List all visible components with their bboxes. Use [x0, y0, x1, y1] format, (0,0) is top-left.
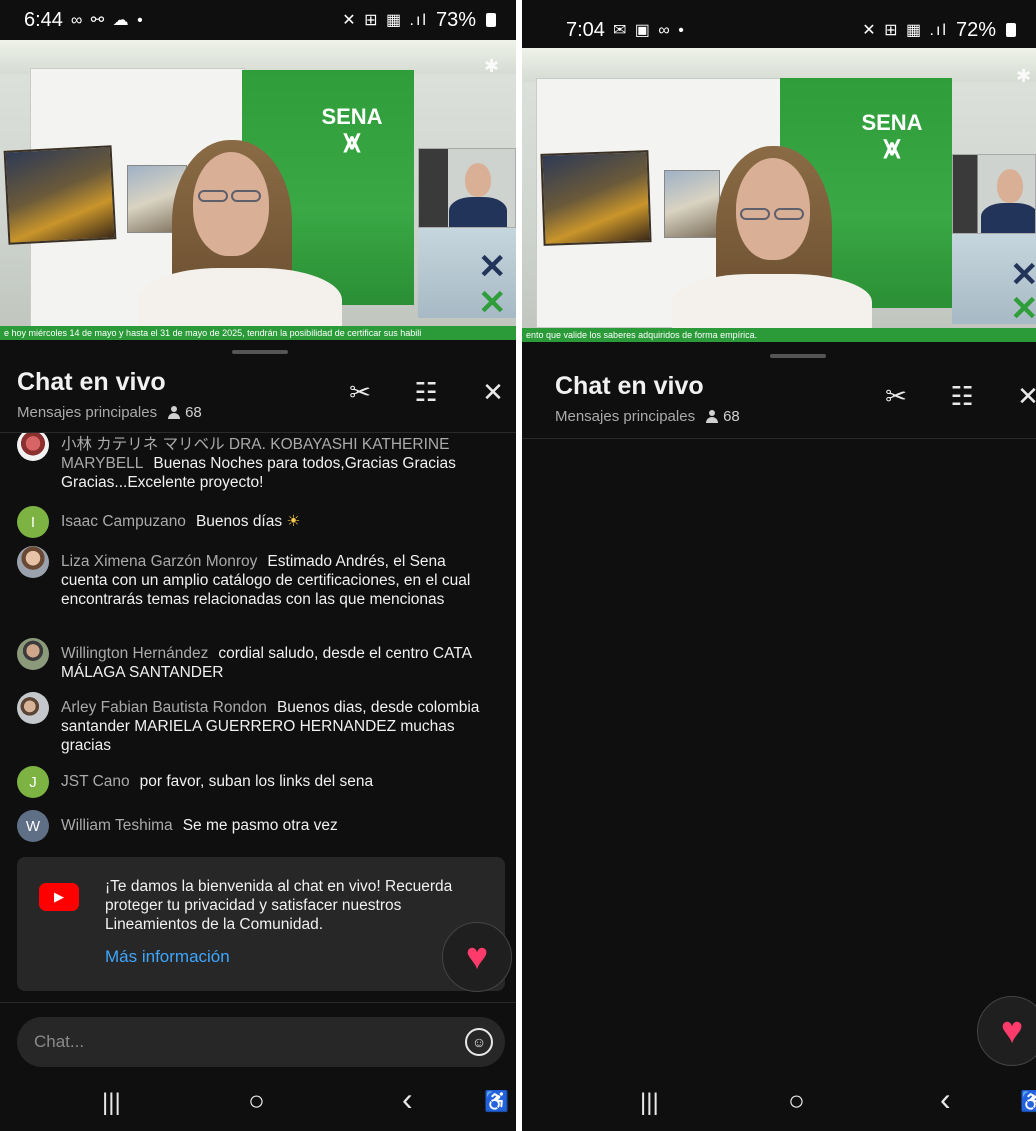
- guest-video-tile: [418, 148, 516, 228]
- x-logo-mark: ✕: [1010, 256, 1036, 294]
- emoji-icon[interactable]: ☺: [465, 1028, 493, 1056]
- battery-level: 73%: [435, 8, 476, 31]
- message-author: Willington Hernández: [61, 645, 209, 662]
- person-icon: [705, 409, 719, 424]
- avatar: I: [17, 506, 49, 538]
- status-bar: 6:44 ∞ ⚯ ☁ • ✕ ⊞ ▦ .ıl 73%: [0, 0, 516, 40]
- signal-icons: ✕ ⊞ ▦ .ıl: [342, 12, 428, 29]
- avatar: [17, 638, 49, 670]
- sena-logo-text: SENA: [321, 104, 383, 129]
- chat-mode-selector[interactable]: Mensajes principales 68: [555, 408, 740, 425]
- more-info-link[interactable]: Más información: [105, 947, 230, 967]
- battery-icon: [1006, 23, 1016, 37]
- sena-watermark-icon: ✱: [484, 56, 500, 76]
- left-phone-screen: 6:44 ∞ ⚯ ☁ • ✕ ⊞ ▦ .ıl 73% SENA ⩙ ✕ ✕ ✱ …: [0, 0, 516, 1131]
- signal-icons: ✕ ⊞ ▦ .ıl: [862, 22, 948, 39]
- chat-message: J JST Cano por favor, suban los links del…: [17, 766, 486, 798]
- accessibility-icon[interactable]: ♿: [484, 1089, 509, 1114]
- chat-title: Chat en vivo: [555, 372, 704, 400]
- notification-icons: ✉ ▣ ∞ •: [612, 22, 686, 39]
- notification-icons: ∞ ⚯ ☁ •: [70, 12, 145, 29]
- right-phone-screen: 7:04 ✉ ▣ ∞ • ✕ ⊞ ▦ .ıl 72% SENA ⩙ ✕ ✕ ✱ …: [522, 0, 1036, 1131]
- message-text: Buenos días: [195, 513, 283, 530]
- chat-mode-selector[interactable]: Mensajes principales 68: [17, 404, 202, 421]
- avatar: [17, 433, 49, 461]
- chat-mode-label: Mensajes principales: [555, 408, 696, 425]
- viewer-count-value: 68: [723, 408, 740, 425]
- message-text: por favor, suban los links del sena: [139, 773, 374, 790]
- accessibility-icon[interactable]: ♿: [1020, 1089, 1036, 1114]
- wall-painting: [540, 150, 652, 246]
- message-author: Arley Fabian Bautista Rondon: [61, 699, 267, 716]
- chat-title: Chat en vivo: [17, 368, 166, 396]
- clip-icon[interactable]: ✂: [880, 380, 912, 412]
- chat-header: Chat en vivo Mensajes principales 68 ✂ ☷…: [0, 362, 516, 432]
- youtube-icon: ▶: [39, 883, 79, 911]
- message-author: William Teshima: [61, 817, 173, 834]
- wall-painting: [3, 145, 117, 245]
- news-ticker: e hoy miércoles 14 de mayo y hasta el 31…: [0, 326, 516, 340]
- chat-message: Liza Ximena Garzón Monroy Estimado Andrés…: [17, 546, 486, 609]
- close-icon[interactable]: ✕: [477, 376, 509, 408]
- viewer-count-value: 68: [185, 404, 202, 421]
- status-time: 7:04: [566, 18, 605, 41]
- message-author: Isaac Campuzano: [61, 513, 186, 530]
- chat-message: W William Teshima Se me pasmo otra vez: [17, 810, 486, 842]
- filter-icon[interactable]: ☷: [410, 376, 442, 408]
- clip-icon[interactable]: ✂: [344, 376, 376, 408]
- wall-photo: [664, 170, 720, 238]
- chat-message: 小林 カテリネ マリベル DRA. KOBAYASHI KATHERINE MA…: [17, 433, 486, 492]
- heart-reaction-button[interactable]: ♥: [442, 922, 512, 992]
- news-ticker: ento que valide los saberes adquiridos d…: [522, 328, 1036, 342]
- avatar: [17, 546, 49, 578]
- welcome-text: ¡Te damos la bienvenida al chat en vivo!…: [105, 878, 453, 933]
- drag-handle[interactable]: [232, 350, 288, 354]
- sena-watermark-icon: ✱: [1016, 66, 1032, 86]
- status-time: 6:44: [24, 8, 63, 31]
- recents-icon[interactable]: |||: [640, 1089, 659, 1117]
- chat-input-placeholder: Chat...: [34, 1032, 85, 1051]
- avatar: W: [17, 810, 49, 842]
- avatar: [17, 692, 49, 724]
- person-icon: [167, 405, 181, 420]
- viewer-count: 68: [705, 408, 740, 425]
- guest-video-tile: [952, 154, 1036, 234]
- filter-icon[interactable]: ☷: [946, 380, 978, 412]
- home-icon[interactable]: ○: [788, 1085, 805, 1117]
- viewer-count: 68: [167, 404, 202, 421]
- chat-mode-label: Mensajes principales: [17, 404, 158, 421]
- live-video-player[interactable]: SENA ⩙ ✕ ✕ ✱ e hoy miércoles 14 de mayo …: [0, 40, 516, 340]
- battery-level: 72%: [955, 18, 996, 41]
- chat-message: Arley Fabian Bautista Rondon Buenos dias,…: [17, 692, 486, 755]
- chat-input[interactable]: Chat... ☺: [17, 1017, 505, 1067]
- message-author: JST Cano: [61, 773, 130, 790]
- avatar: J: [17, 766, 49, 798]
- message-author: Liza Ximena Garzón Monroy: [61, 553, 258, 570]
- chat-header: Chat en vivo Mensajes principales 68 ✂ ☷…: [522, 366, 1036, 436]
- x-logo-mark-green: ✕: [478, 284, 507, 322]
- sena-logo-text: SENA: [861, 110, 923, 135]
- x-logo-mark: ✕: [478, 248, 507, 286]
- back-icon[interactable]: ‹: [402, 1081, 413, 1118]
- message-text: Se me pasmo otra vez: [182, 817, 338, 834]
- android-nav-bar: ||| ○ ‹ ♿: [0, 1075, 516, 1131]
- sun-emoji-icon: ☀: [286, 513, 301, 530]
- sena-logo: SENA ⩙: [312, 106, 392, 158]
- chat-message-list[interactable]: 小林 カテリネ マリベル DRA. KOBAYASHI KATHERINE MA…: [0, 433, 516, 851]
- heart-reaction-button[interactable]: ♥: [977, 996, 1036, 1066]
- recents-icon[interactable]: |||: [102, 1089, 121, 1117]
- battery-icon: [486, 13, 496, 27]
- chat-message: Willington Hernández cordial saludo, desd…: [17, 638, 486, 682]
- status-bar: 7:04 ✉ ▣ ∞ • ✕ ⊞ ▦ .ıl 72%: [522, 10, 1036, 50]
- x-logo-mark-green: ✕: [1010, 290, 1036, 328]
- back-icon[interactable]: ‹: [940, 1081, 951, 1118]
- chat-message: I Isaac Campuzano Buenos días ☀: [17, 506, 486, 538]
- live-video-player[interactable]: SENA ⩙ ✕ ✕ ✱ ento que valide los saberes…: [522, 48, 1036, 342]
- home-icon[interactable]: ○: [248, 1085, 265, 1117]
- drag-handle[interactable]: [770, 354, 826, 358]
- close-icon[interactable]: ✕: [1012, 380, 1036, 412]
- welcome-banner: ▶ ¡Te damos la bienvenida al chat en viv…: [17, 857, 505, 991]
- sena-logo: SENA ⩙: [852, 112, 932, 164]
- android-nav-bar: ||| ○ ‹ ♿: [522, 1075, 1036, 1131]
